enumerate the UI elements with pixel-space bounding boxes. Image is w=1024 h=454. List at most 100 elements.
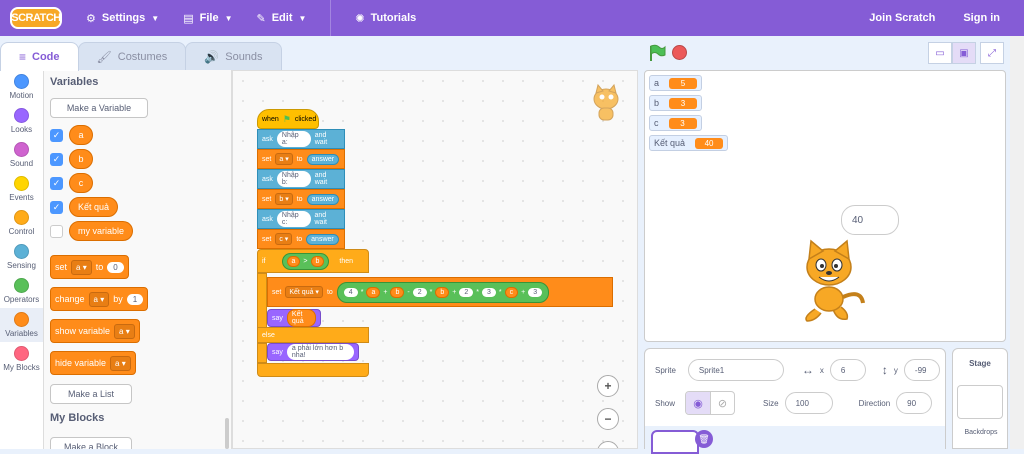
variable-monitor-c[interactable]: c 3 bbox=[649, 115, 702, 131]
variable-monitor-a[interactable]: a 5 bbox=[649, 75, 703, 91]
category-sound[interactable]: Sound bbox=[0, 138, 43, 172]
number-input[interactable]: 2 bbox=[459, 287, 474, 297]
stage[interactable]: a 5 b 3 c 3 Kết quả 40 40 bbox=[644, 70, 1006, 342]
set-variable-block[interactable]: set b ▾ to answer bbox=[257, 189, 345, 209]
ask-block[interactable]: ask Nhập a: and wait bbox=[257, 129, 345, 149]
normal-stage-button[interactable]: ▣ bbox=[952, 42, 976, 64]
variable-reporter[interactable]: c bbox=[504, 286, 519, 298]
size-input[interactable]: 100 bbox=[784, 392, 833, 414]
scratch-logo[interactable]: SCRATCH bbox=[10, 7, 62, 29]
stage-thumbnail[interactable] bbox=[957, 385, 1003, 419]
page-scrollbar[interactable] bbox=[1010, 36, 1024, 449]
greater-than-operator[interactable]: a > b bbox=[281, 252, 330, 270]
variable-dropdown[interactable]: a ▾ bbox=[114, 323, 135, 339]
zoom-reset-button[interactable]: = bbox=[597, 441, 619, 448]
variable-reporter[interactable]: a bbox=[366, 286, 381, 298]
category-control[interactable]: Control bbox=[0, 206, 43, 240]
tab-code[interactable]: ≡ Code bbox=[0, 42, 79, 71]
file-menu[interactable]: ▤ File ▼ bbox=[183, 12, 232, 25]
ask-block[interactable]: ask Nhập b: and wait bbox=[257, 169, 345, 189]
fullscreen-button[interactable]: ⤢ bbox=[980, 42, 1004, 64]
checkbox-icon[interactable]: ✓ bbox=[50, 176, 63, 190]
variable-monitor-b[interactable]: b 3 bbox=[649, 95, 703, 111]
variable-dropdown[interactable]: Kết quả ▾ bbox=[285, 286, 323, 298]
variable-reporter[interactable]: a bbox=[286, 255, 301, 267]
edit-menu[interactable]: ✎ Edit ▼ bbox=[256, 12, 306, 25]
tutorials-button[interactable]: ✺ Tutorials bbox=[355, 12, 416, 25]
category-looks[interactable]: Looks bbox=[0, 104, 43, 138]
tab-sounds[interactable]: 🔊 Sounds bbox=[185, 42, 282, 70]
variable-reporter[interactable]: b bbox=[390, 286, 405, 298]
stage-selector-panel[interactable]: Stage Backdrops bbox=[952, 348, 1008, 449]
value-input[interactable]: 1 bbox=[126, 293, 144, 305]
small-stage-button[interactable]: ▭ bbox=[928, 42, 952, 64]
variable-dropdown[interactable]: a ▾ bbox=[110, 355, 131, 371]
settings-menu[interactable]: ⚙ Settings ▼ bbox=[86, 12, 159, 25]
category-variables[interactable]: Variables bbox=[0, 308, 43, 342]
checkbox-icon[interactable]: ✓ bbox=[50, 200, 63, 214]
number-input[interactable]: 3 bbox=[481, 287, 496, 297]
make-variable-button[interactable]: Make a Variable bbox=[50, 98, 148, 118]
question-input[interactable]: Nhập b: bbox=[276, 171, 311, 187]
set-variable-block[interactable]: set c ▾ to answer bbox=[257, 229, 345, 249]
variable-reporter[interactable]: c bbox=[69, 173, 93, 193]
eye-icon[interactable]: ◉ bbox=[686, 392, 711, 414]
question-input[interactable]: Nhập a: bbox=[276, 131, 311, 147]
make-block-button[interactable]: Make a Block bbox=[50, 437, 132, 449]
category-my-blocks[interactable]: My Blocks bbox=[0, 342, 43, 376]
cat-sprite-icon[interactable] bbox=[793, 239, 869, 323]
number-input[interactable]: 2 bbox=[412, 287, 427, 297]
variable-reporter[interactable]: Kết quả bbox=[69, 197, 119, 217]
variable-reporter[interactable]: Kết quả bbox=[286, 309, 316, 327]
variable-reporter[interactable]: b bbox=[69, 149, 93, 169]
checkbox-icon[interactable]: ✓ bbox=[50, 128, 63, 142]
answer-reporter[interactable]: answer bbox=[306, 153, 340, 165]
tab-costumes[interactable]: 🖌 Costumes bbox=[77, 42, 187, 70]
direction-input[interactable]: 90 bbox=[896, 392, 933, 414]
variable-reporter[interactable]: a bbox=[69, 125, 93, 145]
trash-icon[interactable]: 🗑 bbox=[695, 430, 713, 448]
question-input[interactable]: Nhập c: bbox=[276, 211, 311, 227]
answer-reporter[interactable]: answer bbox=[306, 193, 340, 205]
say-block[interactable]: say Kết quả bbox=[267, 309, 321, 327]
change-variable-block[interactable]: change a ▾ by 1 bbox=[50, 287, 149, 311]
set-variable-block[interactable]: set a ▾ to answer bbox=[257, 149, 345, 169]
value-input[interactable]: 0 bbox=[107, 261, 124, 273]
variable-reporter[interactable]: b bbox=[435, 286, 450, 298]
hide-variable-block[interactable]: hide variable a ▾ bbox=[50, 351, 136, 375]
sign-in-link[interactable]: Sign in bbox=[963, 12, 1000, 24]
number-input[interactable]: 3 bbox=[528, 287, 543, 297]
green-flag-icon[interactable] bbox=[648, 44, 666, 62]
x-input[interactable]: 6 bbox=[829, 359, 866, 381]
y-input[interactable]: -99 bbox=[903, 359, 940, 381]
zoom-out-button[interactable]: − bbox=[597, 408, 619, 430]
stop-icon[interactable] bbox=[672, 45, 687, 60]
variable-dropdown[interactable]: a ▾ bbox=[275, 153, 293, 165]
variable-dropdown[interactable]: a ▾ bbox=[71, 259, 92, 275]
join-scratch-link[interactable]: Join Scratch bbox=[869, 12, 935, 24]
say-block[interactable]: say a phải lớn hơn b nha! bbox=[267, 343, 359, 361]
make-list-button[interactable]: Make a List bbox=[50, 384, 132, 404]
say-text-input[interactable]: a phải lớn hơn b nha! bbox=[286, 344, 354, 360]
set-variable-block[interactable]: set a ▾ to 0 bbox=[50, 255, 129, 279]
sprite-name-input[interactable]: Sprite1 bbox=[687, 359, 784, 381]
variable-monitor-ketqua[interactable]: Kết quả 40 bbox=[649, 135, 729, 151]
variable-dropdown[interactable]: c ▾ bbox=[275, 233, 293, 245]
script-area[interactable]: when ⚑ clicked ask Nhập a: and wait set … bbox=[232, 70, 638, 449]
category-sensing[interactable]: Sensing bbox=[0, 240, 43, 274]
show-variable-block[interactable]: show variable a ▾ bbox=[50, 319, 140, 343]
eye-slash-icon[interactable]: ⊘ bbox=[710, 392, 734, 414]
variable-dropdown[interactable]: a ▾ bbox=[88, 291, 110, 307]
category-motion[interactable]: Motion bbox=[0, 70, 43, 104]
set-variable-block[interactable]: set Kết quả ▾ to 4 * a + b -2 * b +2 * 3 * c +3 bbox=[267, 277, 613, 307]
variable-dropdown[interactable]: b ▾ bbox=[275, 193, 293, 205]
when-flag-clicked-block[interactable]: when ⚑ clicked bbox=[257, 109, 319, 129]
arithmetic-expression[interactable]: 4 * a + b -2 * b +2 * 3 * c +3 bbox=[336, 281, 550, 303]
variable-reporter[interactable]: my variable bbox=[69, 221, 134, 241]
answer-reporter[interactable]: answer bbox=[306, 233, 339, 245]
number-input[interactable]: 4 bbox=[343, 287, 358, 297]
ask-block[interactable]: ask Nhập c: and wait bbox=[257, 209, 345, 229]
sprite-thumbnail[interactable]: 🗑 bbox=[651, 430, 713, 454]
category-events[interactable]: Events bbox=[0, 172, 43, 206]
checkbox-icon[interactable]: ✓ bbox=[50, 152, 63, 166]
